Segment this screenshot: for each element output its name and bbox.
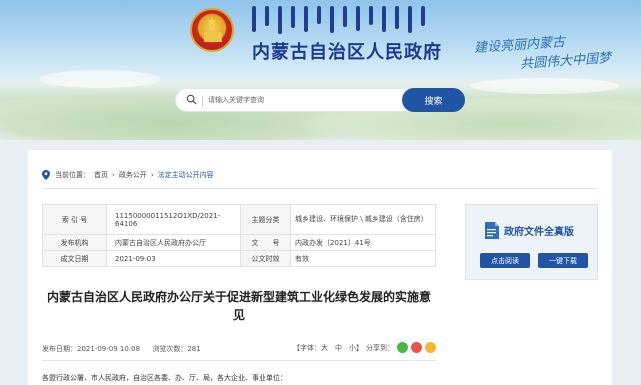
full-document-box: 政府文件全真版 点击阅读 一键下载 (465, 204, 598, 280)
meta-key-date: 成文日期 (42, 250, 107, 267)
breadcrumb-home[interactable]: 首页 (94, 170, 108, 180)
weibo-share-icon[interactable] (411, 342, 422, 353)
read-button[interactable]: 点击阅读 (480, 253, 530, 268)
article-body: 各盟行政公署、市人民政府，自治区各委、办、厅、局，各大企业、事业单位： (42, 374, 287, 382)
table-row: 发布机构 内蒙古自治区人民政府办公厅 文 号 内政办发〔2021〕41号 (42, 234, 436, 251)
location-pin-icon (42, 170, 50, 180)
qzone-share-icon[interactable] (425, 342, 436, 353)
meta-value-validity: 有效 (290, 250, 436, 267)
breadcrumb-gov-affairs[interactable]: 政务公开 (119, 170, 147, 180)
search-icon (186, 94, 197, 105)
meta-key-publisher: 发布机构 (42, 234, 107, 251)
banner-cloud (470, 78, 620, 94)
wechat-share-icon[interactable] (397, 342, 408, 353)
meta-value-publisher: 内蒙古自治区人民政府办公厅 (106, 234, 241, 251)
view-count: 浏览次数：281 (152, 345, 201, 353)
divider (42, 188, 598, 189)
divider (42, 360, 436, 361)
meta-value-category: 城乡建设、环境保护 \ 城乡建设（含住房） (290, 204, 436, 235)
search-divider (202, 96, 203, 106)
font-size-switcher[interactable]: 【字体：大 中 小】 (293, 343, 363, 353)
gate-icon (204, 32, 222, 42)
search-bar: 搜索 (175, 88, 465, 112)
article-info-bar: 发布日期：2021-09-09 10:08 浏览次数：281 【字体：大 中 小… (42, 342, 436, 356)
meta-value-doc-number: 内政办发〔2021〕41号 (290, 234, 436, 251)
meta-key-validity: 公文时效 (240, 250, 291, 267)
meta-key-doc-number: 文 号 (240, 234, 291, 251)
mongolian-script-title (252, 6, 442, 36)
document-icon (485, 222, 499, 239)
article-title: 内蒙古自治区人民政府办公厅关于促进新型建筑工业化绿色发展的实施意见 (46, 290, 431, 322)
national-emblem-icon[interactable]: ★ (190, 8, 234, 52)
download-button[interactable]: 一键下载 (538, 253, 588, 268)
publish-time: 发布日期：2021-09-09 10:08 (42, 345, 141, 353)
table-row: 成文日期 2021-09-03 公文时效 有效 (42, 250, 436, 267)
search-input[interactable] (208, 92, 398, 108)
meta-key-category: 主题分类 (240, 204, 291, 235)
breadcrumb-sep: › (112, 171, 115, 179)
article-tools: 【字体：大 中 小】 分享到： (293, 342, 436, 353)
site-title[interactable]: 内蒙古自治区人民政府 (252, 38, 442, 64)
meta-value-index: 11150000011512O1XD/2021-64106 (106, 204, 241, 235)
breadcrumb-prefix: 当前位置： (55, 171, 90, 179)
breadcrumb: 当前位置： 首页 › 政务公开 › 法定主动公开内容 (42, 170, 218, 180)
article-info-left: 发布日期：2021-09-09 10:08 浏览次数：281 (42, 344, 201, 354)
banner-cloud (40, 70, 160, 88)
search-button[interactable]: 搜索 (402, 88, 465, 112)
breadcrumb-current[interactable]: 法定主动公开内容 (158, 170, 214, 180)
full-document-title: 政府文件全真版 (504, 227, 574, 238)
share-label: 分享到： (366, 343, 394, 352)
meta-key-index: 索 引 号 (42, 204, 107, 235)
star-icon: ★ (206, 15, 218, 30)
document-meta-table: 索 引 号 11150000011512O1XD/2021-64106 主题分类… (42, 204, 436, 267)
table-row: 索 引 号 11150000011512O1XD/2021-64106 主题分类… (42, 204, 436, 235)
meta-value-date: 2021-09-03 (106, 250, 241, 267)
header-banner: ★ 内蒙古自治区人民政府 建设亮丽内蒙古 共圆伟大中国梦 搜索 (0, 0, 641, 140)
content-panel: 当前位置： 首页 › 政务公开 › 法定主动公开内容 索 引 号 1115000… (28, 150, 612, 385)
breadcrumb-sep: › (150, 171, 154, 179)
